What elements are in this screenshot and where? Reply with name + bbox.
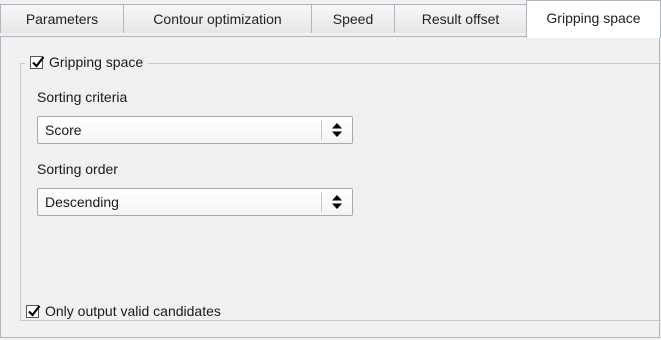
sorting-order-select[interactable]: Descending [37,188,353,216]
only-valid-candidates-checkbox[interactable]: Only output valid candidates [26,303,221,319]
sorting-order-label: Sorting order [37,161,118,177]
tab-label: Speed [332,11,374,27]
checkbox-box[interactable] [30,55,45,69]
checkbox-label: Gripping space [49,54,144,70]
tab-speed[interactable]: Speed [311,4,395,33]
up-down-arrows-icon[interactable] [322,189,352,215]
tab-contour-optimization[interactable]: Contour optimization [123,4,312,33]
tab-content-pane: Gripping space Sorting criteria Score So… [0,36,661,338]
sorting-criteria-label: Sorting criteria [37,89,128,105]
tab-label: Parameters [25,11,99,27]
tab-label: Gripping space [546,9,641,26]
checkbox-label: Only output valid candidates [45,303,221,319]
up-down-arrows-icon[interactable] [322,117,352,143]
checkbox-box[interactable] [26,304,41,318]
tab-label: Result offset [421,11,500,27]
sorting-order-value: Descending [45,194,119,210]
sorting-criteria-value: Score [45,122,82,138]
tab-gripping-space[interactable]: Gripping space [526,0,661,38]
tab-parameters[interactable]: Parameters [0,4,124,33]
checkmark-icon [28,304,41,317]
gripping-space-panel: Parameters Contour optimization Speed Re… [0,0,661,340]
tab-label: Contour optimization [153,11,282,27]
sorting-criteria-select[interactable]: Score [37,116,353,144]
gripping-space-checkbox[interactable]: Gripping space [25,51,149,73]
checkmark-icon [32,55,45,68]
tab-result-offset[interactable]: Result offset [394,4,527,33]
tab-bar: Parameters Contour optimization Speed Re… [0,0,661,38]
